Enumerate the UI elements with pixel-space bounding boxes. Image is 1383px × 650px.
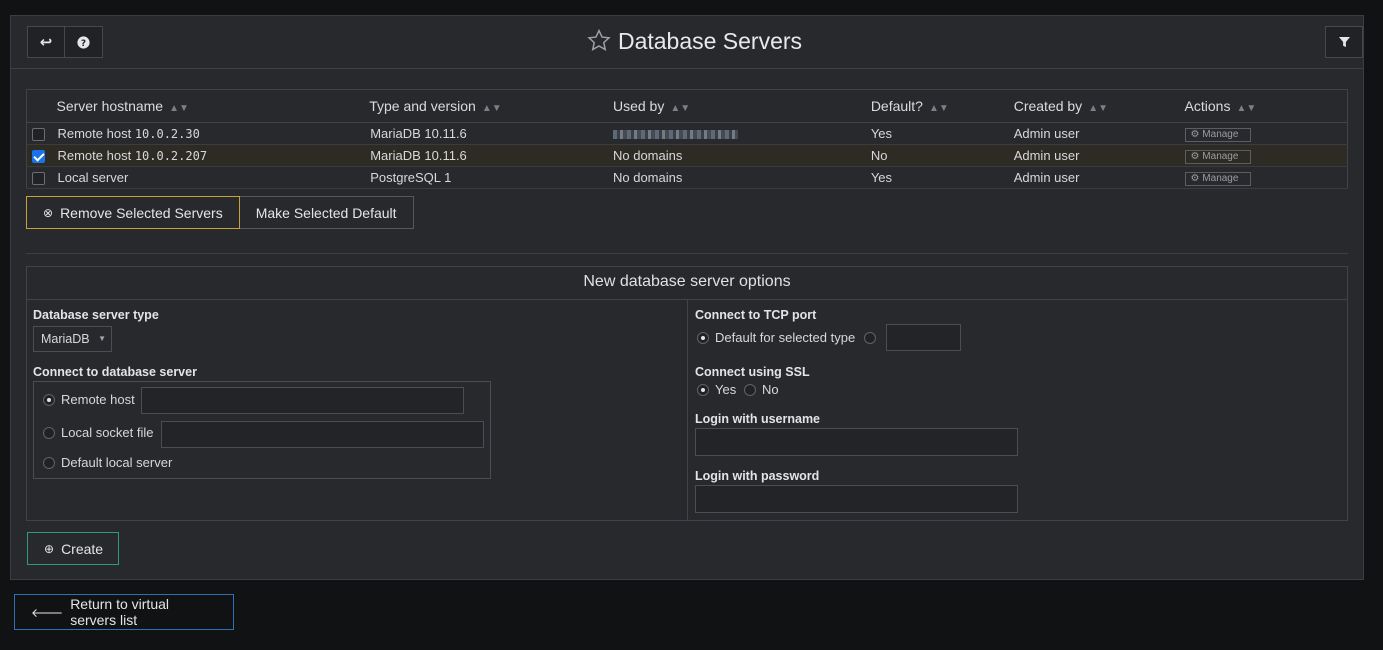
type-cell: MariaDB 10.11.6 xyxy=(369,144,613,167)
hostname-text: Remote host xyxy=(57,148,132,163)
options-title: New database server options xyxy=(27,267,1347,300)
servers-table: Server hostname ▲▼ Type and version ▲▼ Use… xyxy=(26,89,1348,189)
remove-circle-icon: ⊗ xyxy=(43,205,54,220)
page-header: ↩ ? Database Servers xyxy=(25,25,1363,59)
chevron-down-icon: ▼ xyxy=(98,334,106,343)
star-icon[interactable] xyxy=(586,28,612,53)
page-title-text: Database Servers xyxy=(617,28,803,54)
used-by-cell: No domains xyxy=(612,144,871,167)
port-input[interactable] xyxy=(886,324,961,351)
table-row: Remote host 10.0.2.207 MariaDB 10.11.6 N… xyxy=(26,144,1348,167)
column-header-default[interactable]: Default? ▲▼ xyxy=(870,89,1014,123)
port-custom-radio[interactable] xyxy=(864,332,876,344)
ssl-no-label: No xyxy=(762,382,779,397)
username-input[interactable] xyxy=(695,428,1018,456)
password-label: Login with password xyxy=(695,469,820,483)
remote-host-radio[interactable] xyxy=(43,394,55,406)
type-cell: PostgreSQL 1 xyxy=(369,166,613,189)
hostname-ip: 10.0.2.30 xyxy=(134,127,200,141)
created-by-cell: Admin user xyxy=(1013,144,1185,167)
column-header-created-by[interactable]: Created by ▲▼ xyxy=(1013,89,1185,123)
ssl-no-radio[interactable] xyxy=(744,384,756,396)
ssl-yes-label: Yes xyxy=(715,382,737,397)
row-checkbox[interactable] xyxy=(32,128,45,142)
table-row: Local server PostgreSQL 1 No domains Yes… xyxy=(26,166,1348,189)
return-button[interactable]: 🡐 Return to virtual servers list xyxy=(14,594,234,630)
column-divider xyxy=(687,300,688,520)
manage-button[interactable]: ⚙ Manage xyxy=(1184,150,1251,164)
socket-file-input[interactable] xyxy=(161,421,484,448)
filter-button[interactable] xyxy=(1325,26,1363,58)
sort-icon: ▲▼ xyxy=(928,103,949,114)
table-row: Remote host 10.0.2.30 MariaDB 10.11.6 Ye… xyxy=(26,122,1348,145)
port-label: Connect to TCP port xyxy=(695,308,817,322)
sort-icon: ▲▼ xyxy=(169,103,189,114)
row-checkbox[interactable] xyxy=(32,150,45,164)
sort-icon: ▲▼ xyxy=(481,103,502,114)
ssl-yes-radio[interactable] xyxy=(697,384,709,396)
server-type-select[interactable]: MariaDB ▼ xyxy=(33,326,112,352)
manage-button[interactable]: ⚙ Manage xyxy=(1184,128,1251,142)
socket-file-label: Local socket file xyxy=(61,425,154,440)
port-default-radio[interactable] xyxy=(697,332,709,344)
page-title: Database Servers xyxy=(25,25,1363,57)
sort-icon: ▲▼ xyxy=(670,103,691,114)
created-by-cell: Admin user xyxy=(1013,122,1185,145)
column-header-type[interactable]: Type and version ▲▼ xyxy=(369,89,613,123)
server-type-label: Database server type xyxy=(33,308,159,322)
default-local-label: Default local server xyxy=(61,455,173,470)
hostname-ip: 10.0.2.207 xyxy=(134,149,208,163)
create-button[interactable]: ⊕ Create xyxy=(27,532,119,565)
new-server-options: New database server options Database ser… xyxy=(26,266,1348,521)
default-cell: Yes xyxy=(870,122,1014,145)
make-default-button[interactable]: Make Selected Default xyxy=(239,196,414,229)
connect-label: Connect to database server xyxy=(33,365,197,379)
column-header-actions[interactable]: Actions ▲▼ xyxy=(1184,89,1348,123)
arrow-left-icon: 🡐 xyxy=(31,605,64,620)
remove-selected-button[interactable]: ⊗ Remove Selected Servers xyxy=(26,196,240,229)
filter-icon xyxy=(1338,36,1350,47)
default-cell: Yes xyxy=(870,166,1014,189)
column-header-hostname[interactable]: Server hostname ▲▼ xyxy=(56,89,370,123)
created-by-cell: Admin user xyxy=(1013,166,1185,189)
column-header-used-by[interactable]: Used by ▲▼ xyxy=(612,89,871,123)
password-input[interactable] xyxy=(695,485,1018,513)
main-panel: ↩ ? Database Servers Server hostname ▲▼ … xyxy=(10,15,1364,580)
sort-icon: ▲▼ xyxy=(1236,103,1257,114)
ssl-label: Connect using SSL xyxy=(695,365,810,379)
plus-circle-icon: ⊕ xyxy=(44,541,55,556)
row-checkbox[interactable] xyxy=(32,172,45,186)
default-local-radio[interactable] xyxy=(43,457,55,469)
used-by-redacted xyxy=(612,130,738,140)
table-actions: ⊗ Remove Selected Servers Make Selected … xyxy=(26,196,414,229)
socket-file-radio[interactable] xyxy=(43,427,55,439)
remote-host-input[interactable] xyxy=(141,387,464,414)
connect-fieldset: Remote host Local socket file Default lo… xyxy=(33,381,491,479)
header-divider xyxy=(11,68,1363,69)
type-cell: MariaDB 10.11.6 xyxy=(369,122,613,145)
sort-icon: ▲▼ xyxy=(1088,103,1108,114)
section-divider xyxy=(26,253,1348,254)
manage-button[interactable]: ⚙ Manage xyxy=(1184,172,1251,186)
hostname-text: Local server xyxy=(57,170,129,185)
hostname-text: Remote host xyxy=(57,126,132,141)
username-label: Login with username xyxy=(695,412,821,426)
port-default-label: Default for selected type xyxy=(715,330,856,345)
default-cell: No xyxy=(870,144,1014,167)
table-header-row: Server hostname ▲▼ Type and version ▲▼ Use… xyxy=(26,89,1348,123)
remote-host-label: Remote host xyxy=(61,392,135,407)
used-by-cell: No domains xyxy=(612,166,871,189)
